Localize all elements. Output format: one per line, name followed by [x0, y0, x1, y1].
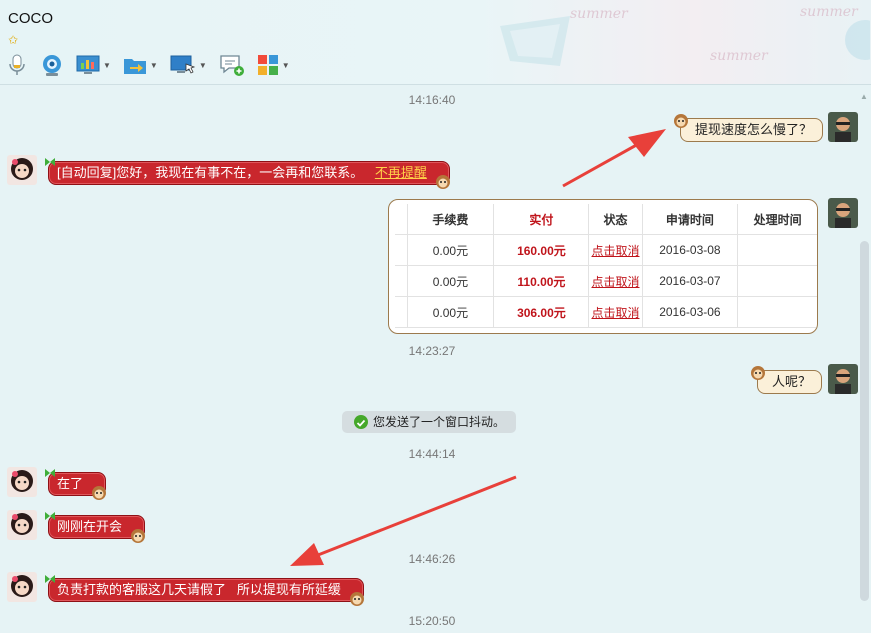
table-cell [395, 265, 408, 297]
fee-cell: 0.00元 [407, 234, 495, 266]
received-message[interactable]: 在了 [45, 469, 107, 500]
webcam-icon [43, 55, 61, 76]
chevron-down-icon: ▼ [281, 60, 290, 70]
bow-icon [45, 469, 55, 477]
avatar[interactable] [7, 510, 37, 540]
message-text: [自动回复]您好，我现在有事不在，一会再和您联系。 [57, 165, 364, 180]
table-row: 0.00元 110.00元 点击取消 2016-03-07 [395, 265, 817, 297]
sent-message[interactable]: 提现速度怎么慢了？ [674, 114, 824, 142]
processed-cell [737, 265, 817, 297]
cancel-link[interactable]: 点击取消 [588, 296, 643, 328]
remote-desktop-icon [170, 55, 196, 74]
apps-button[interactable]: ▼ [257, 54, 290, 76]
check-icon [354, 415, 368, 429]
star-icon: ✩ [8, 33, 19, 47]
monkey-icon [92, 486, 107, 500]
received-message[interactable]: [自动回复]您好，我现在有事不在，一会再和您联系。 不再提醒 [45, 158, 450, 189]
received-message[interactable]: 刚刚在开会 [45, 512, 146, 543]
monkey-icon [674, 114, 688, 128]
chevron-down-icon: ▼ [198, 60, 207, 70]
scrollbar[interactable]: ▲ [859, 93, 869, 633]
message-text: 刚刚在开会 [57, 519, 123, 534]
timestamp: 15:20:50 [408, 614, 456, 628]
fee-cell: 0.00元 [407, 265, 495, 297]
system-notice: 您发送了一个窗口抖动。 [342, 411, 516, 433]
bow-icon [45, 158, 55, 166]
file-transfer-icon [123, 59, 146, 74]
avatar[interactable] [828, 364, 858, 394]
contact-name: COCO [8, 10, 53, 27]
processed-cell [737, 234, 817, 266]
send-file-button[interactable]: ▼ [123, 54, 158, 76]
screen-share-icon [76, 55, 100, 74]
paid-cell: 306.00元 [493, 296, 590, 328]
table-header-cell: 手续费 [407, 204, 495, 235]
date-cell: 2016-03-06 [642, 296, 739, 328]
paid-cell: 110.00元 [493, 265, 590, 297]
monkey-icon [435, 175, 450, 189]
background-decoration: summer [710, 48, 768, 64]
timestamp: 14:44:14 [408, 447, 456, 461]
scroll-up-icon[interactable]: ▲ [859, 93, 869, 101]
monkey-icon [751, 366, 765, 380]
avatar[interactable] [7, 467, 37, 497]
remote-assist-button[interactable]: ▼ [170, 54, 207, 76]
background-decoration [500, 16, 570, 66]
message-text: 在了 [57, 476, 84, 491]
avatar[interactable] [828, 112, 858, 142]
table-row: 0.00元 306.00元 点击取消 2016-03-06 [395, 296, 817, 328]
video-call-button[interactable] [40, 53, 64, 77]
processed-cell [737, 296, 817, 328]
screen-share-button[interactable]: ▼ [76, 54, 111, 76]
sent-message[interactable]: 人呢？ [751, 366, 823, 394]
cancel-link[interactable]: 点击取消 [588, 265, 643, 297]
avatar[interactable] [7, 572, 37, 602]
message-text: 人呢？ [772, 374, 812, 389]
table-header-cell: 实付 [493, 204, 590, 235]
timestamp: 14:46:26 [408, 552, 456, 566]
date-cell: 2016-03-08 [642, 234, 739, 266]
new-discussion-icon [220, 55, 244, 76]
cancel-link[interactable]: 点击取消 [588, 234, 643, 266]
voice-call-button[interactable] [6, 53, 28, 77]
table-header-cell [395, 204, 408, 235]
table-cell [395, 296, 408, 328]
bow-icon [45, 512, 55, 520]
table-header-row: 手续费 实付 状态 申请时间 处理时间 [395, 204, 817, 235]
mute-reminder-link[interactable]: 不再提醒 [375, 165, 427, 180]
received-message[interactable]: 负责打款的客服这几天请假了 所以提现有所延缓 [45, 575, 364, 606]
monkey-icon [131, 529, 146, 543]
background-decoration [845, 20, 870, 60]
toolbar: ▼ ▼ ▼ ▼ [6, 53, 302, 77]
sent-screenshot-message[interactable]: 手续费 实付 状态 申请时间 处理时间 0.00元 160.00元 点击取消 2… [388, 199, 818, 334]
apps-icon [257, 55, 278, 75]
microphone-icon [9, 54, 25, 75]
scrollbar-thumb[interactable] [860, 241, 869, 601]
monkey-icon [349, 592, 364, 606]
avatar[interactable] [828, 198, 858, 228]
bow-icon [45, 575, 55, 583]
table-row: 0.00元 160.00元 点击取消 2016-03-08 [395, 234, 817, 266]
chat-header: summer summer summer COCO ✩ ▼ ▼ ▼ ▼ [0, 0, 871, 85]
table-cell [395, 234, 408, 266]
message-text: 提现速度怎么慢了？ [695, 122, 813, 137]
message-area[interactable]: ▲ 14:16:40 提现速度怎么慢了？ [自动回复]您好，我现在有事不在，一会… [0, 85, 871, 633]
message-text: 负责打款的客服这几天请假了 所以提现有所延缓 [57, 582, 341, 597]
paid-cell: 160.00元 [493, 234, 590, 266]
chevron-down-icon: ▼ [103, 60, 111, 70]
table-header-cell: 申请时间 [642, 204, 739, 235]
date-cell: 2016-03-07 [642, 265, 739, 297]
system-notice-text: 您发送了一个窗口抖动。 [373, 415, 506, 429]
annotation-arrow [562, 129, 666, 188]
table-header-cell: 状态 [588, 204, 643, 235]
create-discussion-button[interactable] [219, 53, 245, 77]
avatar[interactable] [7, 155, 37, 185]
timestamp: 14:23:27 [408, 344, 456, 358]
timestamp: 14:16:40 [408, 93, 456, 107]
fee-cell: 0.00元 [407, 296, 495, 328]
chevron-down-icon: ▼ [149, 60, 158, 70]
withdrawal-table: 手续费 实付 状态 申请时间 处理时间 0.00元 160.00元 点击取消 2… [395, 204, 817, 328]
table-header-cell: 处理时间 [737, 204, 817, 235]
